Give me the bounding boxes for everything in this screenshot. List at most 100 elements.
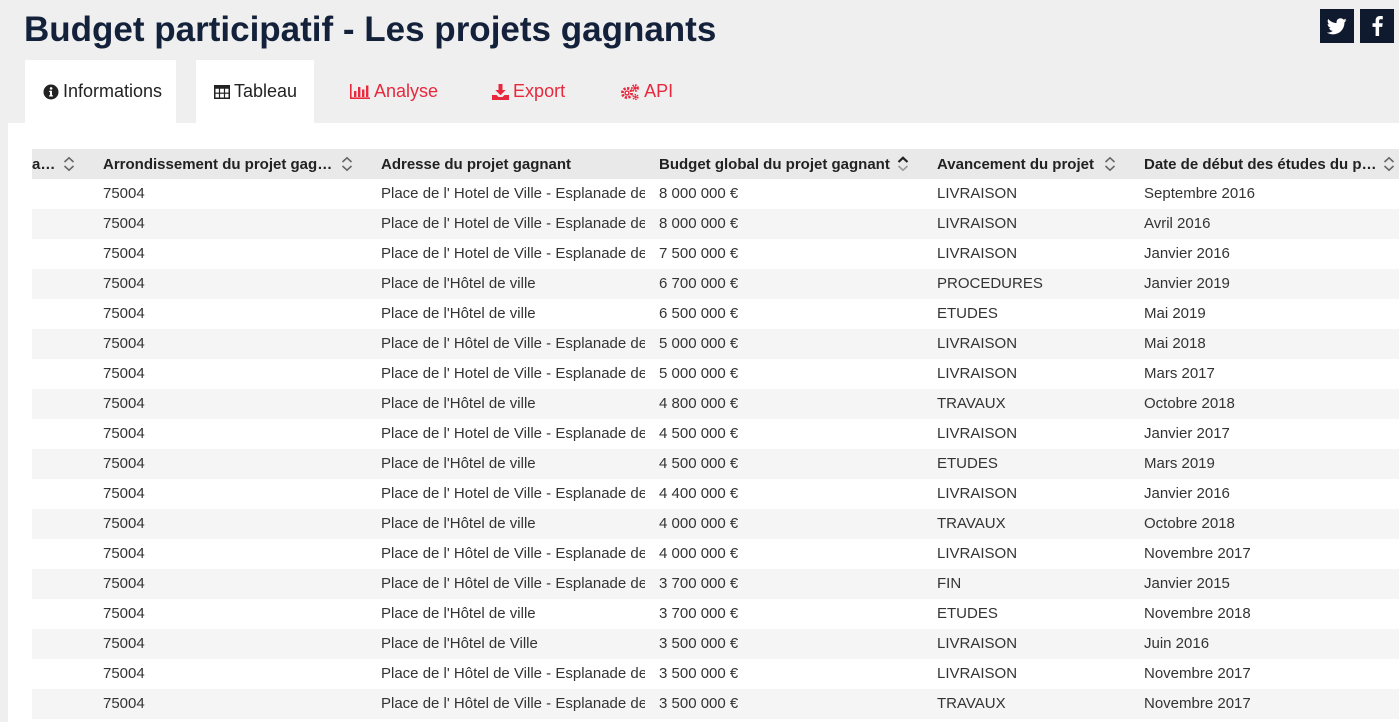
cell-adresse: Place de l' Hotel de Ville - Esplanade d…	[381, 245, 645, 262]
table-row[interactable]: 75004 Place de l' Hôtel de Ville - Esplan…	[32, 539, 1399, 569]
sort-desc-icon[interactable]	[896, 156, 910, 176]
table-row[interactable]: 75004 Place de l'Hôtel de ville 3 700 000 …	[32, 599, 1399, 629]
column-header-arrondissement[interactable]: Arrondissement du projet gagnant	[103, 149, 341, 179]
table-row[interactable]: 75004 Place de l' Hotel de Ville - Esplan…	[32, 179, 1399, 209]
cell-budget: 4 500 000 €	[659, 425, 739, 442]
download-icon	[492, 83, 510, 100]
cell-adresse: Place de l'Hôtel de ville	[381, 455, 536, 472]
cell-arrondissement: 75004	[103, 695, 145, 712]
column-header-avancement[interactable]: Avancement du projet	[937, 149, 1097, 179]
cell-budget: 3 700 000 €	[659, 605, 739, 622]
tab-export-label: Export	[513, 81, 566, 101]
cell-avancement: ETUDES	[937, 455, 998, 472]
table-row[interactable]: 75004 Place de l' Hôtel de Ville - Esplan…	[32, 329, 1399, 359]
tab-export[interactable]: Export	[492, 60, 565, 123]
table-row[interactable]: 75004 Place de l' Hotel de Ville - Esplan…	[32, 209, 1399, 239]
column-header-adresse[interactable]: Adresse du projet gagnant	[381, 149, 641, 179]
tab-tableau[interactable]: Tableau	[196, 60, 314, 123]
cell-budget: 3 500 000 €	[659, 665, 739, 682]
sort-icon[interactable]	[1103, 156, 1117, 176]
cell-arrondissement: 75004	[103, 455, 145, 472]
column-header-label: Arrondissement du projet gagnant	[103, 155, 341, 173]
table-body: 75004 Place de l' Hotel de Ville - Esplan…	[32, 179, 1399, 719]
cell-avancement: PROCEDURES	[937, 275, 1043, 292]
cell-avancement: LIVRAISON	[937, 245, 1018, 262]
table-row[interactable]: 75004 Place de l'Hôtel de ville 4 500 000 …	[32, 449, 1399, 479]
cell-date: Janvier 2016	[1144, 485, 1230, 502]
twitter-share-button[interactable]	[1320, 9, 1354, 43]
column-header-partial[interactable]: aire	[32, 149, 54, 179]
column-header-budget[interactable]: Budget global du projet gagnant	[659, 149, 891, 179]
cell-date: Janvier 2015	[1144, 575, 1230, 592]
cell-adresse: Place de l'Hôtel de ville	[381, 395, 536, 412]
cell-adresse: Place de l' Hôtel de Ville - Esplanade d…	[381, 695, 645, 712]
table-row[interactable]: 75004 Place de l' Hôtel de Ville - Esplan…	[32, 569, 1399, 599]
table-row[interactable]: 75004 Place de l'Hôtel de ville 4 000 000 …	[32, 509, 1399, 539]
cell-adresse: Place de l'Hôtel de ville	[381, 605, 536, 622]
table-row[interactable]: 75004 Place de l' Hôtel de Ville - Esplan…	[32, 689, 1399, 719]
column-header-label: Avancement du projet	[937, 155, 1094, 173]
cell-avancement: TRAVAUX	[937, 695, 1006, 712]
cell-date: Novembre 2018	[1144, 605, 1251, 622]
tab-analyse[interactable]: Analyse	[350, 60, 438, 123]
info-circle-icon	[43, 84, 59, 100]
table-row[interactable]: 75004 Place de l' Hôtel de Ville - Esplan…	[32, 659, 1399, 689]
tab-informations-label: Informations	[63, 81, 163, 101]
cell-adresse: Place de l' Hotel de Ville - Esplanade d…	[381, 485, 645, 502]
data-table: aire Arrondissement du projet gagnant Ad…	[32, 149, 1399, 719]
column-header-label: Adresse du projet gagnant	[381, 155, 572, 173]
cell-avancement: LIVRAISON	[937, 635, 1018, 652]
cell-arrondissement: 75004	[103, 395, 145, 412]
cell-avancement: LIVRAISON	[937, 365, 1018, 382]
cell-arrondissement: 75004	[103, 515, 145, 532]
cell-arrondissement: 75004	[103, 185, 145, 202]
column-header-label: Budget global du projet gagnant	[659, 155, 890, 173]
sort-icon[interactable]	[62, 156, 76, 176]
table-row[interactable]: 75004 Place de l'Hôtel de ville 6 500 000 …	[32, 299, 1399, 329]
column-header-date[interactable]: Date de début des études du projet	[1144, 149, 1379, 179]
cell-budget: 4 400 000 €	[659, 485, 739, 502]
table-row[interactable]: 75004 Place de l' Hotel de Ville - Esplan…	[32, 359, 1399, 389]
table-row[interactable]: 75004 Place de l' Hotel de Ville - Esplan…	[32, 419, 1399, 449]
cell-arrondissement: 75004	[103, 635, 145, 652]
cell-avancement: ETUDES	[937, 605, 998, 622]
cell-budget: 3 500 000 €	[659, 635, 739, 652]
column-header-label: aire	[32, 155, 54, 173]
table-row[interactable]: 75004 Place de l'Hôtel de Ville 3 500 000 …	[32, 629, 1399, 659]
cell-date: Novembre 2017	[1144, 545, 1251, 562]
table-row[interactable]: 75004 Place de l' Hotel de Ville - Esplan…	[32, 239, 1399, 269]
cell-date: Novembre 2017	[1144, 665, 1251, 682]
tab-informations[interactable]: Informations	[25, 60, 176, 123]
tab-tableau-label: Tableau	[234, 81, 298, 101]
table-row[interactable]: 75004 Place de l'Hôtel de ville 4 800 000 …	[32, 389, 1399, 419]
cell-date: Octobre 2018	[1144, 515, 1235, 532]
tab-api[interactable]: API	[620, 60, 673, 123]
cell-adresse: Place de l' Hôtel de Ville - Esplanade d…	[381, 665, 645, 682]
cell-date: Janvier 2017	[1144, 425, 1230, 442]
column-header-label: Date de début des études du projet	[1144, 155, 1379, 173]
cell-arrondissement: 75004	[103, 425, 145, 442]
table-panel: aire Arrondissement du projet gagnant Ad…	[8, 123, 1399, 722]
sort-icon[interactable]	[1382, 156, 1396, 176]
cell-date: Novembre 2017	[1144, 695, 1251, 712]
sort-icon[interactable]	[340, 156, 354, 176]
tab-api-label: API	[644, 81, 674, 101]
cell-budget: 7 500 000 €	[659, 245, 739, 262]
facebook-share-button[interactable]	[1360, 9, 1394, 43]
cell-date: Mai 2018	[1144, 335, 1206, 352]
cell-avancement: LIVRAISON	[937, 335, 1018, 352]
cell-avancement: ETUDES	[937, 305, 998, 322]
cell-budget: 3 700 000 €	[659, 575, 739, 592]
table-header-row: aire Arrondissement du projet gagnant Ad…	[32, 149, 1399, 179]
table-row[interactable]: 75004 Place de l' Hotel de Ville - Esplan…	[32, 479, 1399, 509]
cell-arrondissement: 75004	[103, 365, 145, 382]
cell-budget: 4 800 000 €	[659, 395, 739, 412]
facebook-icon	[1372, 16, 1383, 36]
cell-adresse: Place de l'Hôtel de ville	[381, 305, 536, 322]
cell-adresse: Place de l'Hôtel de ville	[381, 275, 536, 292]
cell-adresse: Place de l' Hotel de Ville - Esplanade d…	[381, 215, 645, 232]
table-row[interactable]: 75004 Place de l'Hôtel de ville 6 700 000 …	[32, 269, 1399, 299]
cell-avancement: LIVRAISON	[937, 485, 1018, 502]
cell-date: Avril 2016	[1144, 215, 1211, 232]
cell-date: Janvier 2016	[1144, 245, 1230, 262]
